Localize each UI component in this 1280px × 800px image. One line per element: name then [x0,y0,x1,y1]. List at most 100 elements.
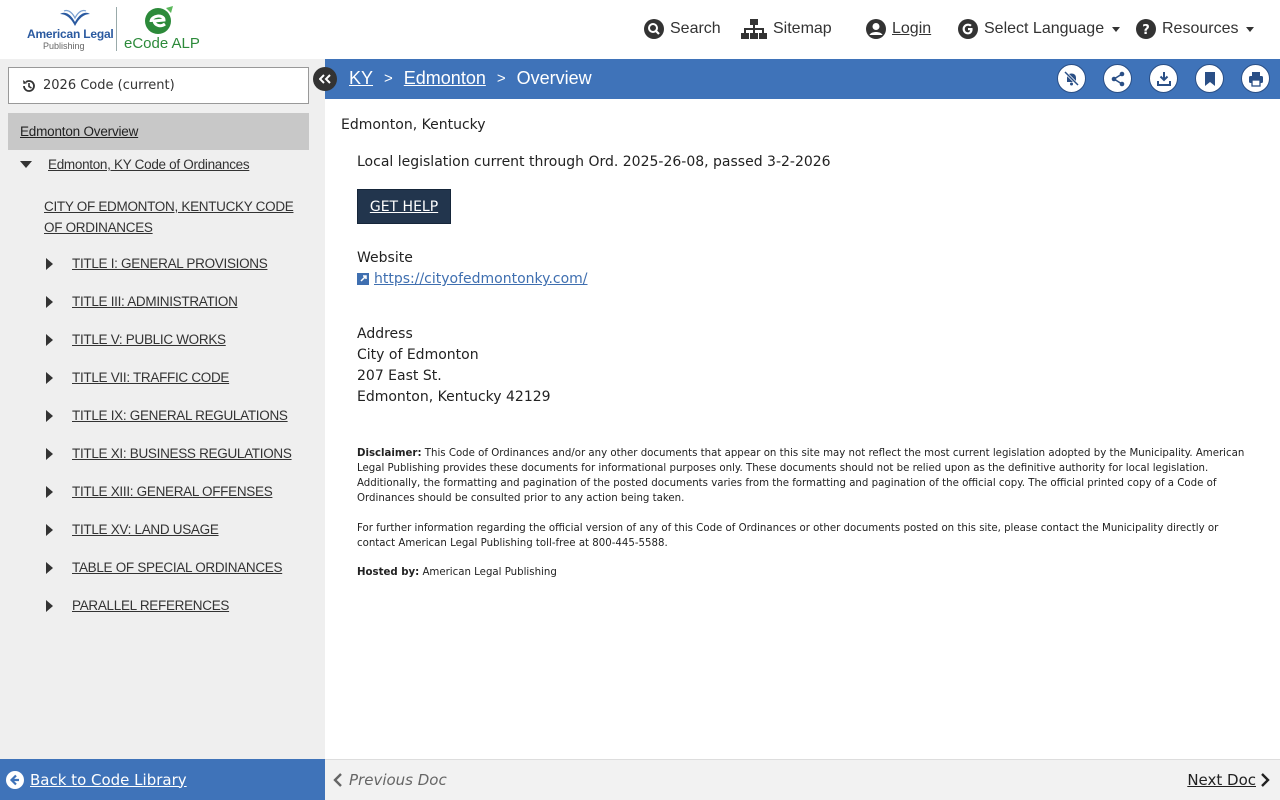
sitemap-link[interactable]: Sitemap [741,16,832,42]
address-line: Edmonton, Kentucky 42129 [357,389,551,405]
caret-right-icon[interactable] [46,333,53,346]
tree-item-label[interactable]: TITLE XIII: GENERAL OFFENSES [72,484,273,499]
previous-doc-link[interactable]: Previous Doc [333,771,447,789]
caret-right-icon[interactable] [46,485,53,498]
breadcrumb-separator: > [496,70,506,87]
tree-item-label[interactable]: TITLE V: PUBLIC WORKS [72,332,226,347]
caret-right-icon[interactable] [46,447,53,460]
logo-product-name: eCode ALP [124,35,200,52]
ecode-logo-icon [145,6,173,34]
further-info-text: For further information regarding the of… [357,523,1219,549]
tree-item-title-11[interactable]: TITLE XI: BUSINESS REGULATIONS [46,446,292,461]
caret-right-icon[interactable] [46,371,53,384]
caret-right-icon[interactable] [46,523,53,536]
eagle-logo-icon [60,9,90,26]
tree-heading-code-title[interactable]: CITY OF EDMONTON, KENTUCKY CODE OF ORDIN… [44,196,294,238]
hosted-by-label: Hosted by: [357,567,420,578]
chevron-down-icon [1246,26,1255,32]
user-icon [866,19,886,39]
sidebar-item-overview[interactable]: Edmonton Overview [8,113,309,150]
svg-text:?: ? [1142,23,1150,38]
caret-right-icon[interactable] [46,561,53,574]
tree-item-title-3[interactable]: TITLE III: ADMINISTRATION [46,294,238,309]
back-to-library-link[interactable]: Back to Code Library [0,759,325,800]
resources-menu[interactable]: ? Resources [1136,16,1255,42]
search-label: Search [670,20,721,37]
caret-right-icon[interactable] [46,599,53,612]
share-icon [1111,71,1124,86]
top-header: American Legal Publishing eCode ALP Sear… [0,0,1280,59]
chevron-right-icon [1261,773,1270,787]
tree-item-parallel-references[interactable]: PARALLEL REFERENCES [46,598,229,613]
version-label: 2026 Code (current) [43,78,175,93]
logo-divider [116,7,117,51]
version-selector[interactable]: 2026 Code (current) [8,67,309,104]
website-label: Website [357,250,413,266]
tree-root-label[interactable]: Edmonton, KY Code of Ordinances [48,157,250,172]
tree-item-label[interactable]: TITLE I: GENERAL PROVISIONS [72,256,268,271]
download-button[interactable] [1149,64,1178,93]
caret-right-icon[interactable] [46,409,53,422]
external-link-icon [357,273,369,285]
disclaimer-text: Disclaimer: This Code of Ordinances and/… [357,446,1247,506]
tree-item-label[interactable]: TITLE III: ADMINISTRATION [72,294,238,309]
back-to-library-label: Back to Code Library [30,770,187,789]
main-content: Edmonton, Kentucky Local legislation cur… [325,99,1280,759]
tree-item-title-13[interactable]: TITLE XIII: GENERAL OFFENSES [46,484,273,499]
address-line: 207 East St. [357,368,442,384]
bookmark-button[interactable] [1195,64,1224,93]
next-doc-link[interactable]: Next Doc [1187,771,1270,789]
tree-item-label[interactable]: TITLE IX: GENERAL REGULATIONS [72,408,288,423]
breadcrumb-current: Overview [516,68,592,88]
print-icon [1248,71,1263,87]
address-block: Address City of Edmonton 207 East St. Ed… [357,324,551,408]
tree-item-title-1[interactable]: TITLE I: GENERAL PROVISIONS [46,256,268,271]
notifications-off-button[interactable] [1057,64,1086,93]
arrow-left-circle-icon [6,770,24,789]
breadcrumb: KY > Edmonton > Overview [349,68,592,89]
tree-root-code[interactable]: Edmonton, KY Code of Ordinances [20,157,250,172]
breadcrumb-separator: > [384,70,393,87]
tree-item-title-7[interactable]: TITLE VII: TRAFFIC CODE [46,370,229,385]
get-help-button[interactable]: GET HELP [357,189,451,224]
logo-publisher-subname: Publishing [43,41,85,51]
document-toolbar [1040,64,1270,93]
caret-right-icon[interactable] [46,295,53,308]
share-button[interactable] [1103,64,1132,93]
next-doc-label: Next Doc [1187,771,1256,789]
resources-label: Resources [1162,20,1239,37]
language-label: Select Language [984,20,1105,37]
print-button[interactable] [1241,64,1270,93]
tree-item-title-9[interactable]: TITLE IX: GENERAL REGULATIONS [46,408,288,423]
notifications-off-icon [1063,70,1080,87]
sidebar: 2026 Code (current) Edmonton Overview Ed… [0,59,325,759]
login-link[interactable]: Login [866,16,931,42]
tree-item-label[interactable]: TITLE XV: LAND USAGE [72,522,219,537]
page-title: Edmonton, Kentucky [341,117,486,133]
bookmark-icon [1204,71,1215,86]
website-link[interactable]: https://cityofedmontonky.com/ [357,271,588,287]
site-logo[interactable]: American Legal Publishing eCode ALP [26,6,200,52]
tree-item-label[interactable]: TABLE OF SPECIAL ORDINANCES [72,560,283,575]
search-link[interactable]: Search [644,16,721,42]
breadcrumb-state[interactable]: KY [349,68,373,89]
tree-item-title-15[interactable]: TITLE XV: LAND USAGE [46,522,219,537]
previous-doc-label: Previous Doc [349,771,447,789]
search-icon [644,19,664,39]
tree-item-label[interactable]: PARALLEL REFERENCES [72,598,229,613]
tree-item-label[interactable]: TITLE XI: BUSINESS REGULATIONS [72,446,292,461]
tree-item-title-5[interactable]: TITLE V: PUBLIC WORKS [46,332,226,347]
caret-down-icon[interactable] [20,161,32,168]
address-line: City of Edmonton [357,347,479,363]
hosted-by-text: Hosted by: American Legal Publishing [357,567,557,578]
download-icon [1156,71,1171,86]
language-select[interactable]: Select Language [958,16,1121,42]
website-url[interactable]: https://cityofedmontonky.com/ [374,271,588,287]
caret-right-icon[interactable] [46,257,53,270]
collapse-sidebar-button[interactable] [313,67,337,91]
logo-publisher-name: American Legal [27,27,114,41]
double-chevron-left-icon [319,74,331,84]
breadcrumb-city[interactable]: Edmonton [404,68,486,89]
tree-item-label[interactable]: TITLE VII: TRAFFIC CODE [72,370,229,385]
tree-item-special-ordinances[interactable]: TABLE OF SPECIAL ORDINANCES [46,560,283,575]
